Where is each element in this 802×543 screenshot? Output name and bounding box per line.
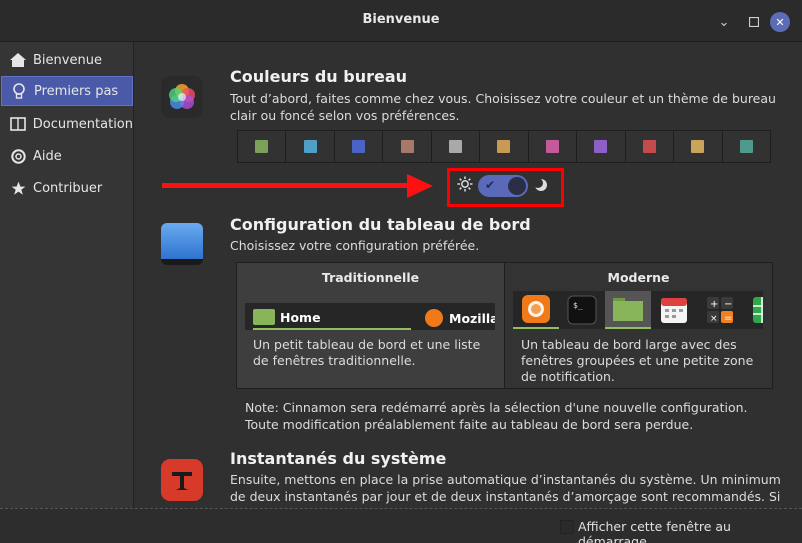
book-icon xyxy=(9,117,27,131)
sidebar-item-label: Contribuer xyxy=(33,180,103,196)
section-title: Configuration du tableau de bord xyxy=(230,215,531,234)
calendar-icon xyxy=(651,291,697,329)
color-swatch-button[interactable] xyxy=(722,131,770,162)
color-swatch xyxy=(303,140,317,153)
color-swatch xyxy=(642,140,656,153)
color-swatch-button[interactable] xyxy=(334,131,384,162)
layout-option-modern[interactable]: Moderne $_ + − × = Un tableau de bord la… xyxy=(505,263,772,388)
footer-bar: Afficher cette fenêtre au démarrage xyxy=(0,508,802,543)
svg-text:+: + xyxy=(710,299,718,310)
sidebar-item-label: Aide xyxy=(33,148,62,164)
firefox-icon xyxy=(513,291,559,329)
color-swatch xyxy=(739,140,753,153)
calculator-icon: + − × = xyxy=(697,291,743,329)
color-swatch-button[interactable] xyxy=(286,131,335,162)
maximize-button[interactable] xyxy=(744,12,764,32)
folder-icon xyxy=(253,309,275,325)
layout-description: Un tableau de bord large avec des fenêtr… xyxy=(521,337,754,384)
svg-text:×: × xyxy=(710,314,718,324)
svg-text:$_: $_ xyxy=(573,301,583,310)
color-swatch-button[interactable] xyxy=(577,131,626,162)
layout-option-traditional[interactable]: Traditionnelle Home Mozilla Un petit tab… xyxy=(237,263,505,388)
lifebuoy-icon xyxy=(9,148,27,164)
sidebar-item-contribuer[interactable]: Contribuer xyxy=(1,173,133,203)
taskbar-item-mozilla: Mozilla xyxy=(425,306,495,330)
close-button[interactable]: ✕ xyxy=(770,12,790,32)
traditional-panel-preview: Home Mozilla xyxy=(245,303,495,330)
annotation-arrow xyxy=(162,183,412,188)
firefox-icon xyxy=(425,309,443,327)
svg-text:−: − xyxy=(724,299,732,310)
section-text: Choisissez votre configuration préférée. xyxy=(230,238,480,253)
home-icon xyxy=(9,53,27,67)
sidebar-item-label: Premiers pas xyxy=(34,83,119,99)
layout-description: Un petit tableau de bord et une liste de… xyxy=(253,337,481,368)
color-swatch-button[interactable] xyxy=(238,131,287,162)
terminal-icon: $_ xyxy=(559,291,605,329)
show-at-startup-checkbox[interactable] xyxy=(560,520,574,534)
main-content: Couleurs du bureau Tout d’abord, faites … xyxy=(135,42,802,508)
color-swatch xyxy=(545,140,559,153)
color-swatch-button[interactable] xyxy=(528,131,578,162)
sidebar: Bienvenue Premiers pas Documentation Aid… xyxy=(0,42,134,508)
dark-mode-switch[interactable]: ✔ xyxy=(478,175,528,197)
taskbar-item-label: Mozilla xyxy=(449,310,495,326)
sidebar-item-documentation[interactable]: Documentation xyxy=(1,109,133,139)
layout-name: Moderne xyxy=(607,270,670,285)
color-swatch xyxy=(449,140,463,153)
spreadsheet-icon xyxy=(743,291,763,329)
window-title: Bienvenue xyxy=(362,12,440,27)
star-icon xyxy=(9,181,27,196)
title-bar: Bienvenue ⌄ ✕ xyxy=(0,0,802,42)
taskbar-item-label: Home xyxy=(280,309,321,325)
panel-layout-chooser: Traditionnelle Home Mozilla Un petit tab… xyxy=(236,262,773,389)
taskbar-item-home: Home xyxy=(253,306,411,330)
color-swatch-button[interactable] xyxy=(674,131,723,162)
sidebar-item-label: Documentation xyxy=(32,116,133,132)
section-text: Ensuite, mettons en place la prise autom… xyxy=(230,472,781,504)
color-swatch xyxy=(497,140,511,153)
color-swatch-button[interactable] xyxy=(625,131,675,162)
color-wheel-icon xyxy=(161,76,203,118)
color-swatch xyxy=(400,140,414,153)
color-swatch-button[interactable] xyxy=(431,131,481,162)
modern-panel-preview: $_ + − × = xyxy=(513,291,763,329)
svg-text:=: = xyxy=(724,313,732,324)
theme-toggle-row: ✔ xyxy=(457,175,553,197)
sidebar-item-aide[interactable]: Aide xyxy=(1,141,133,171)
sidebar-item-bienvenue[interactable]: Bienvenue xyxy=(1,45,133,75)
section-text: Tout d’abord, faites comme chez vous. Ch… xyxy=(230,91,776,123)
timeshift-icon xyxy=(161,459,203,501)
sun-icon xyxy=(457,176,473,196)
sidebar-item-premiers-pas[interactable]: Premiers pas xyxy=(1,76,133,106)
panel-layout-icon xyxy=(161,223,203,265)
folder-icon xyxy=(605,291,651,329)
lightbulb-icon xyxy=(10,83,28,99)
color-picker xyxy=(237,130,771,163)
annotation-arrow-head xyxy=(407,174,433,198)
restart-note: Note: Cinnamon sera redémarré après la s… xyxy=(245,400,748,432)
sidebar-item-label: Bienvenue xyxy=(33,52,102,68)
color-swatch xyxy=(255,140,269,153)
minimize-button[interactable]: ⌄ xyxy=(714,12,734,32)
color-swatch-button[interactable] xyxy=(480,131,529,162)
color-swatch xyxy=(594,140,608,153)
show-at-startup-label: Afficher cette fenêtre au démarrage xyxy=(578,519,731,543)
layout-name: Traditionnelle xyxy=(321,270,420,285)
check-icon: ✔ xyxy=(485,178,496,192)
color-swatch-button[interactable] xyxy=(383,131,432,162)
color-swatch xyxy=(352,140,366,153)
section-title: Couleurs du bureau xyxy=(230,67,408,86)
moon-icon xyxy=(533,177,548,196)
color-swatch xyxy=(691,140,705,153)
switch-knob xyxy=(508,177,526,195)
section-title: Instantanés du système xyxy=(230,449,447,468)
